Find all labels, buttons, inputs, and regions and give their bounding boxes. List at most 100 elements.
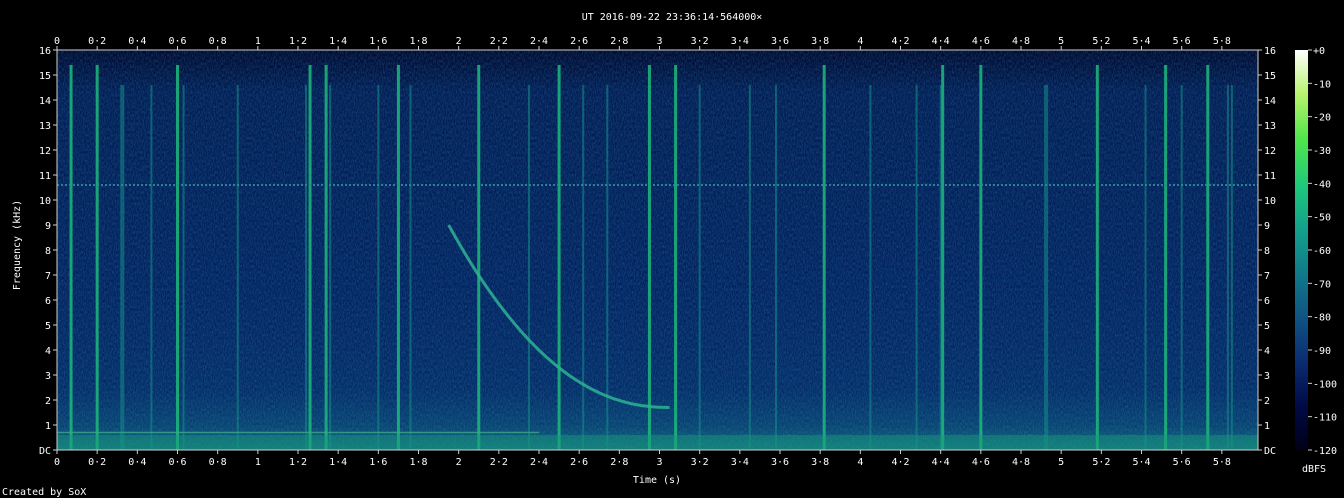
y-tick-label-right: 13 <box>1264 121 1276 132</box>
y-tick-label-left: 5 <box>45 321 51 332</box>
y-tick-label-left: 10 <box>39 196 51 207</box>
y-tick-label-right: 8 <box>1264 246 1270 257</box>
y-axis-left: DC12345678910111213141516 <box>39 46 57 457</box>
x-tick-label-top: 5·6 <box>1173 36 1191 47</box>
x-tick-label-top: 0 <box>54 36 60 47</box>
x-tick-label-top: 2·8 <box>610 36 628 47</box>
y-tick-label-left: 16 <box>39 46 51 57</box>
y-axis-label: Frequency (kHz) <box>12 200 23 290</box>
x-tick-label-top: 5·2 <box>1092 36 1110 47</box>
x-tick-label-bottom: 3·2 <box>691 457 709 468</box>
x-tick-label-top: 2·4 <box>530 36 548 47</box>
colorbar-gradient <box>1295 50 1308 450</box>
y-tick-label-right: DC <box>1264 446 1276 457</box>
footer-credit: Created by SoX <box>2 487 86 498</box>
plot-area <box>56 49 1259 451</box>
x-tick-label-top: 1·8 <box>409 36 427 47</box>
x-tick-label-bottom: 1·6 <box>369 457 387 468</box>
y-tick-label-left: 4 <box>45 346 51 357</box>
colorbar-tick-label: -30 <box>1313 146 1331 157</box>
y-tick-label-right: 6 <box>1264 296 1270 307</box>
x-tick-label-bottom: 4·4 <box>932 457 950 468</box>
colorbar-tick-label: -70 <box>1313 279 1331 290</box>
colorbar-tick-label: -10 <box>1313 79 1331 90</box>
y-tick-label-left: 15 <box>39 71 51 82</box>
y-tick-label-right: 12 <box>1264 146 1276 157</box>
spectrogram-figure: UT 2016-09-22 23:36:14·564000× 0 0·2 0·4 0·… <box>2 12 1337 498</box>
x-tick-label-bottom: 5·6 <box>1173 457 1191 468</box>
x-tick-label-bottom: 5·2 <box>1092 457 1110 468</box>
x-tick-label-top: 1 <box>255 36 261 47</box>
low-frequency-band <box>57 435 1258 450</box>
x-tick-label-bottom: 1 <box>255 457 261 468</box>
x-tick-label-top: 0·6 <box>168 36 186 47</box>
y-tick-label-left: 14 <box>39 96 51 107</box>
x-axis-top: 0 0·2 0·4 0·6 0·8 1 1·2 1·4 1·6 1·8 2 2·2 2·4 2·6 2·8 3… <box>54 36 1231 50</box>
x-tick-label-bottom: 2·8 <box>610 457 628 468</box>
x-tick-label-bottom: 2·4 <box>530 457 548 468</box>
x-tick-label-bottom: 3·4 <box>731 457 749 468</box>
x-tick-label-top: 2 <box>456 36 462 47</box>
x-tick-label-bottom: 3·6 <box>771 457 789 468</box>
x-tick-label-bottom: 0·8 <box>209 457 227 468</box>
y-tick-label-left: 3 <box>45 371 51 382</box>
y-tick-label-left: 1 <box>45 421 51 432</box>
x-tick-label-top: 0·4 <box>128 36 146 47</box>
colorbar-tick-label: -20 <box>1313 113 1331 124</box>
colorbar-label: dBFS <box>1302 464 1326 475</box>
x-tick-label-top: 5·4 <box>1132 36 1150 47</box>
y-tick-label-right: 1 <box>1264 421 1270 432</box>
y-tick-label-right: 16 <box>1264 46 1276 57</box>
x-axis-bottom: 0 0·2 0·4 0·6 0·8 1 1·2 1·4 1·6 1·8 2 2·2 2·4 2·6 2·8 3… <box>54 450 1231 468</box>
colorbar-ticks: +0 -10 -20 -30 -40 -50 -60 -70 -80 -90 -100 -110 -12… <box>1308 46 1337 457</box>
y-tick-label-left: 8 <box>45 246 51 257</box>
x-tick-label-bottom: 4·8 <box>1012 457 1030 468</box>
y-tick-label-left: 2 <box>45 396 51 407</box>
x-tick-label-bottom: 4 <box>857 457 863 468</box>
colorbar-tick-label: -90 <box>1313 346 1331 357</box>
y-tick-label-left: 11 <box>39 171 51 182</box>
y-tick-label-right: 9 <box>1264 221 1270 232</box>
x-tick-label-bottom: 4·6 <box>972 457 990 468</box>
y-tick-label-left: DC <box>39 446 51 457</box>
y-tick-label-left: 13 <box>39 121 51 132</box>
y-tick-label-left: 7 <box>45 271 51 282</box>
x-tick-label-bottom: 0 <box>54 457 60 468</box>
x-tick-label-bottom: 3 <box>656 457 662 468</box>
x-tick-label-bottom: 5·8 <box>1213 457 1231 468</box>
colorbar-tick-label: -110 <box>1313 413 1337 424</box>
colorbar-tick-label: -120 <box>1313 446 1337 457</box>
x-tick-label-top: 3·6 <box>771 36 789 47</box>
x-tick-label-top: 3 <box>656 36 662 47</box>
x-tick-label-bottom: 5·4 <box>1132 457 1150 468</box>
colorbar-tick-label: -50 <box>1313 213 1331 224</box>
y-tick-label-left: 9 <box>45 221 51 232</box>
x-tick-label-top: 5·8 <box>1213 36 1231 47</box>
y-tick-label-right: 11 <box>1264 171 1276 182</box>
y-tick-label-right: 2 <box>1264 396 1270 407</box>
colorbar-tick-label: -40 <box>1313 179 1331 190</box>
x-tick-label-top: 4·2 <box>891 36 909 47</box>
x-tick-label-top: 0·8 <box>209 36 227 47</box>
x-tick-label-top: 1·4 <box>329 36 347 47</box>
chart-title: UT 2016-09-22 23:36:14·564000× <box>582 12 763 23</box>
colorbar-tick-label: -100 <box>1313 379 1337 390</box>
colorbar-tick-label: -80 <box>1313 313 1331 324</box>
x-tick-label-bottom: 1·2 <box>289 457 307 468</box>
x-tick-label-bottom: 2 <box>456 457 462 468</box>
x-axis-label: Time (s) <box>633 475 681 486</box>
y-tick-label-right: 3 <box>1264 371 1270 382</box>
y-tick-label-left: 6 <box>45 296 51 307</box>
y-axis-right: DC12345678910111213141516 <box>1258 46 1276 457</box>
x-tick-label-bottom: 2·6 <box>570 457 588 468</box>
x-tick-label-bottom: 5 <box>1058 457 1064 468</box>
x-tick-label-bottom: 3·8 <box>811 457 829 468</box>
x-tick-label-top: 3·8 <box>811 36 829 47</box>
x-tick-label-top: 4·6 <box>972 36 990 47</box>
x-tick-label-top: 1·2 <box>289 36 307 47</box>
y-tick-label-right: 4 <box>1264 346 1270 357</box>
colorbar-tick-label: -60 <box>1313 246 1331 257</box>
y-tick-label-right: 15 <box>1264 71 1276 82</box>
y-tick-label-right: 10 <box>1264 196 1276 207</box>
colorbar: +0 -10 -20 -30 -40 -50 -60 -70 -80 -90 -100 -110 -12… <box>1295 46 1337 475</box>
